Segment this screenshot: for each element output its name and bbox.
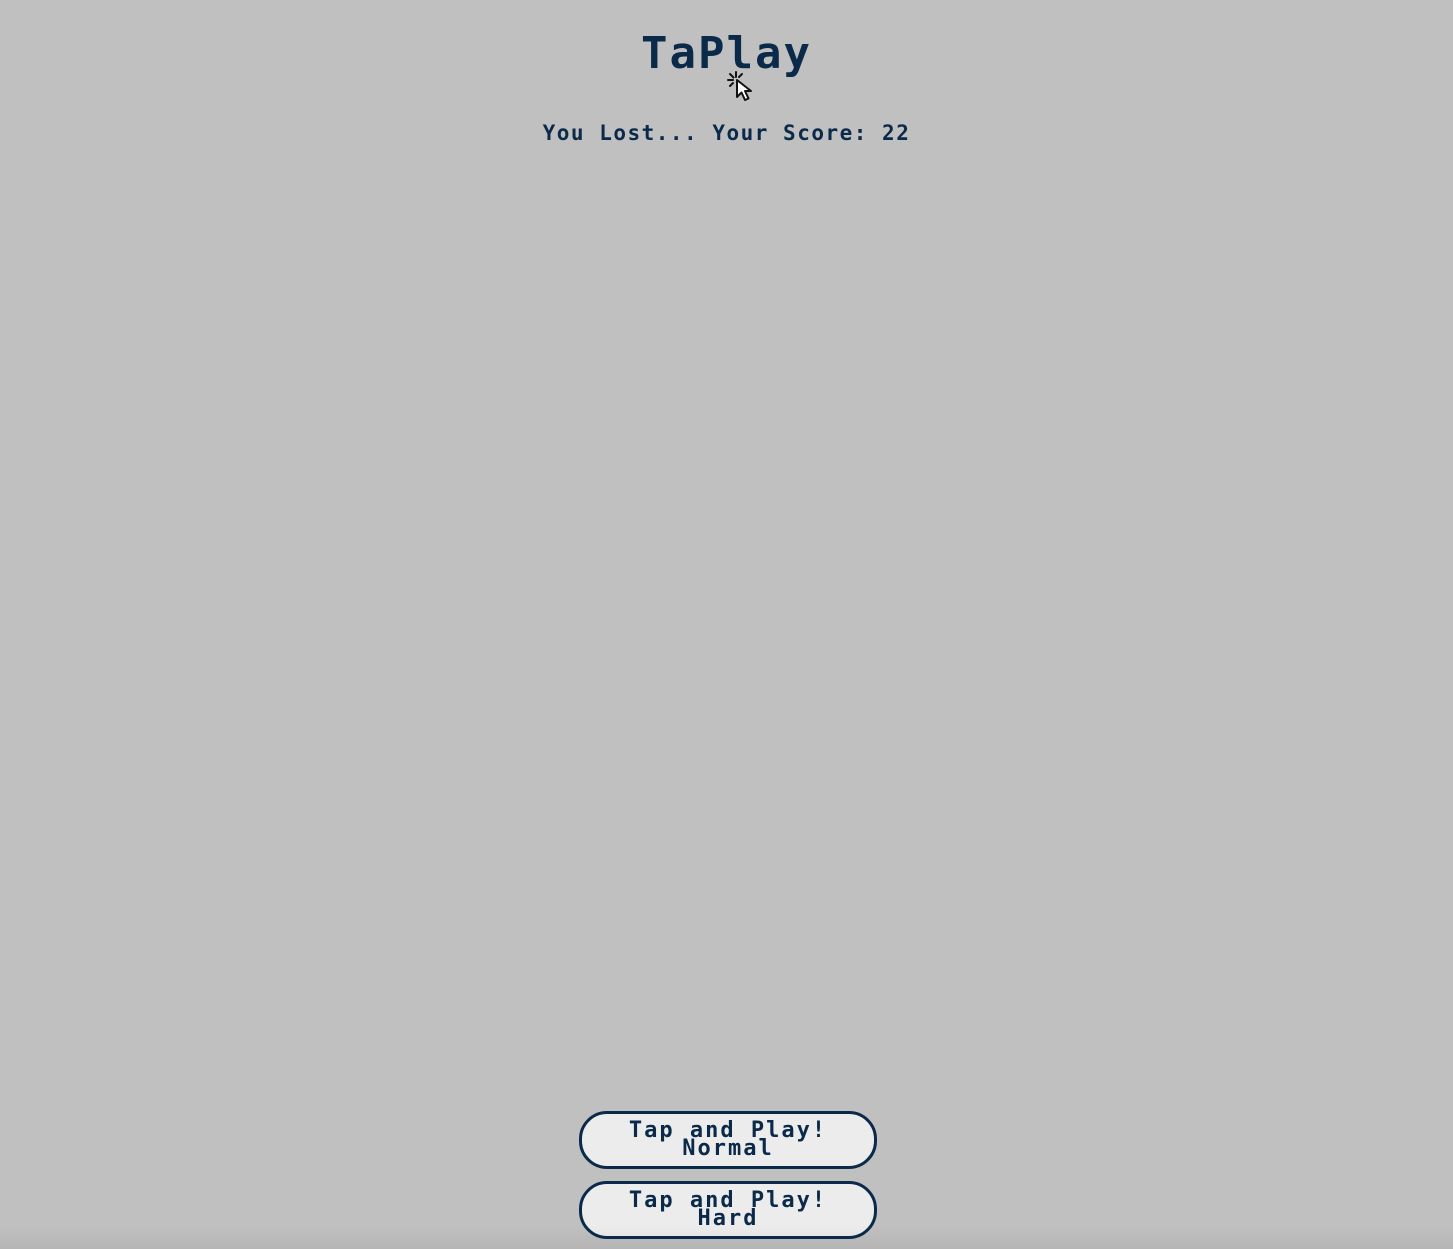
play-normal-button-mode: Normal — [682, 1136, 774, 1161]
game-screen: TaPlay You Lost... Your Score: 22 Tap an… — [0, 0, 1453, 1249]
play-hard-button[interactable]: Tap and Play! Hard — [579, 1181, 877, 1239]
game-over-message: You Lost... Your Score: 22 — [542, 121, 911, 145]
play-hard-button-mode: Hard — [697, 1206, 759, 1231]
play-normal-button[interactable]: Tap and Play! Normal — [579, 1111, 877, 1169]
cursor-click-icon — [727, 71, 752, 101]
